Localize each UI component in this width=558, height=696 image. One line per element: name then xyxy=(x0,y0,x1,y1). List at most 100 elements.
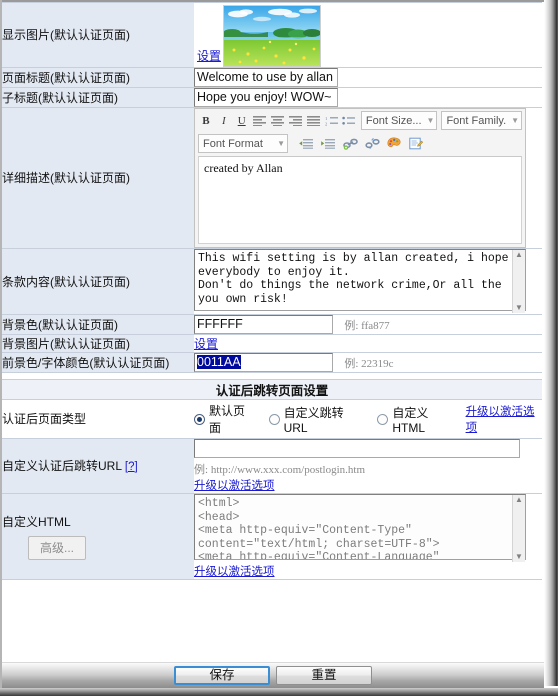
scroll-down-arrow-icon[interactable]: ▼ xyxy=(515,553,523,561)
custom-html-upgrade-link[interactable]: 升级以激活选项 xyxy=(194,566,275,578)
rich-text-editor: B I U 1 2 Font Size... ▼ Font Family. ▼ … xyxy=(194,108,526,248)
cell-foreground-color: 0011AA 例: 22319c xyxy=(194,352,542,373)
row-sub-title: 子标题(默认认证页面) xyxy=(2,87,542,108)
outdent-icon[interactable] xyxy=(296,134,316,153)
terms-content-textarea[interactable] xyxy=(194,249,526,311)
radio-label-custom-url[interactable]: 自定义跳转URL xyxy=(284,404,364,435)
advanced-button[interactable]: 高级... xyxy=(28,535,87,560)
radio-custom-html[interactable] xyxy=(377,413,389,425)
custom-html-textarea-scrollbar[interactable]: ▲ ▼ xyxy=(512,495,525,562)
page-type-upgrade-link[interactable]: 升级以激活选项 xyxy=(466,403,542,435)
radio-label-default-page[interactable]: 默认页面 xyxy=(209,402,255,436)
row-background-image: 背景图片(默认认证页面) 设置 xyxy=(2,334,542,353)
custom-url-upgrade-link[interactable]: 升级以激活选项 xyxy=(194,480,275,492)
align-justify-icon[interactable] xyxy=(305,111,321,130)
label-detail-description: 详细描述(默认认证页面) xyxy=(2,107,194,249)
font-size-dropdown[interactable]: Font Size... ▼ xyxy=(360,111,438,130)
cell-background-color: 例: ffa877 xyxy=(194,314,542,335)
scroll-up-arrow-icon[interactable]: ▲ xyxy=(515,496,523,504)
background-color-hint: 例: ffa877 xyxy=(344,320,389,332)
row-section-header: 认证后跳转页面设置 xyxy=(2,379,542,400)
unlink-icon[interactable] xyxy=(362,134,382,153)
radio-default-page[interactable] xyxy=(194,413,205,425)
edit-source-icon[interactable] xyxy=(406,134,426,153)
window-frame: 显示图片(默认认证页面) 设置 页面标题(默认认证页面) Welcome to … xyxy=(0,0,558,696)
cell-sub-title xyxy=(194,87,542,108)
row-custom-redirect-url: 自定义认证后跳转URL [?] 例: http://www.xxx.com/po… xyxy=(2,438,542,494)
custom-html-textarea-wrapper: ▲ ▼ xyxy=(194,494,526,563)
align-right-icon[interactable] xyxy=(287,111,303,130)
chevron-down-icon: ▼ xyxy=(511,116,520,125)
label-display-image: 显示图片(默认认证页面) xyxy=(2,2,194,68)
hint-prefix: 例: xyxy=(344,319,359,332)
page-type-radio-group: 默认页面 自定义跳转URL 自定义HTML 升级以激活选项 xyxy=(194,400,542,438)
label-background-image: 背景图片(默认认证页面) xyxy=(2,334,194,353)
text-color-icon[interactable] xyxy=(384,134,404,153)
cell-post-auth-page-type: 默认页面 自定义跳转URL 自定义HTML 升级以激活选项 xyxy=(194,399,542,439)
cell-detail-description: B I U 1 2 Font Size... ▼ Font Family. ▼ … xyxy=(194,107,542,249)
underline-icon[interactable]: U xyxy=(234,111,250,130)
cell-custom-html: ▲ ▼ 升级以激活选项 xyxy=(194,493,542,580)
row-terms-content: 条款内容(默认认证页面) ▲ ▼ xyxy=(2,248,542,315)
frame-bottom-edge xyxy=(0,688,558,696)
insert-link-icon[interactable] xyxy=(340,134,360,153)
foreground-color-input[interactable]: 0011AA xyxy=(194,353,333,372)
row-custom-html: 自定义HTML 高级... ▲ ▼ 升级以激活选项 xyxy=(2,493,542,580)
radio-custom-url[interactable] xyxy=(268,413,280,425)
svg-text:2: 2 xyxy=(325,122,327,127)
background-image-settings-link[interactable]: 设置 xyxy=(194,337,218,351)
custom-url-hint: 例: http://www.xxx.com/postlogin.htm xyxy=(194,461,542,477)
hint-value: http://www.xxx.com/postlogin.htm xyxy=(210,464,366,476)
font-format-dropdown[interactable]: Font Format ▼ xyxy=(198,134,288,153)
label-background-color: 背景色(默认认证页面) xyxy=(2,314,194,335)
hint-value: 22319c xyxy=(361,357,394,370)
page-title-input[interactable] xyxy=(194,68,338,87)
settings-form-table: 显示图片(默认认证页面) 设置 页面标题(默认认证页面) Welcome to … xyxy=(2,2,542,580)
ordered-list-icon[interactable]: 12 xyxy=(323,111,339,130)
align-left-icon[interactable] xyxy=(252,111,268,130)
reset-button[interactable]: 重置 xyxy=(276,666,372,685)
section-spacer xyxy=(2,372,542,380)
font-family-label: Font Family. xyxy=(446,114,507,127)
scroll-up-arrow-icon[interactable]: ▲ xyxy=(515,251,523,259)
background-color-input[interactable] xyxy=(194,315,333,334)
frame-right-edge xyxy=(544,0,558,686)
terms-textarea-scrollbar[interactable]: ▲ ▼ xyxy=(512,250,525,313)
label-terms-content: 条款内容(默认认证页面) xyxy=(2,248,194,315)
label-sub-title: 子标题(默认认证页面) xyxy=(2,87,194,108)
svg-text:1: 1 xyxy=(325,116,327,121)
settings-page: 显示图片(默认认证页面) 设置 页面标题(默认认证页面) Welcome to … xyxy=(2,2,544,686)
foreground-color-hint: 例: 22319c xyxy=(344,358,393,370)
editor-content-area[interactable]: created by Allan xyxy=(198,156,522,244)
font-size-label: Font Size... xyxy=(365,114,422,127)
save-button[interactable]: 保存 xyxy=(174,666,270,685)
cell-page-title xyxy=(194,67,542,88)
cell-background-image: 设置 xyxy=(194,334,542,353)
row-post-auth-page-type: 认证后页面类型 默认页面 自定义跳转URL 自定义HTML 升级以激活选项 xyxy=(2,399,542,439)
custom-url-help-link[interactable]: [?] xyxy=(125,461,138,473)
bold-icon[interactable]: B xyxy=(198,111,214,130)
cell-custom-redirect-url: 例: http://www.xxx.com/postlogin.htm 升级以激… xyxy=(194,438,542,494)
sub-title-input[interactable] xyxy=(194,88,338,107)
indent-icon[interactable] xyxy=(318,134,338,153)
label-page-title: 页面标题(默认认证页面) xyxy=(2,67,194,88)
unordered-list-icon[interactable] xyxy=(341,111,357,130)
display-image-settings-link[interactable]: 设置 xyxy=(197,47,221,64)
label-custom-html: 自定义HTML 高级... xyxy=(2,493,194,580)
hint-value: ffa877 xyxy=(361,319,390,332)
row-page-title: 页面标题(默认认证页面) xyxy=(2,67,542,88)
row-background-color: 背景色(默认认证页面) 例: ffa877 xyxy=(2,314,542,335)
align-center-icon[interactable] xyxy=(270,111,286,130)
scroll-down-arrow-icon[interactable]: ▼ xyxy=(515,304,523,312)
italic-icon[interactable]: I xyxy=(216,111,232,130)
custom-html-textarea[interactable] xyxy=(194,494,526,560)
custom-redirect-url-input[interactable] xyxy=(194,439,520,458)
editor-toolbar-row-2: Font Format ▼ xyxy=(195,132,525,155)
terms-textarea-wrapper: ▲ ▼ xyxy=(194,249,526,314)
hint-prefix: 例: xyxy=(344,357,359,370)
radio-label-custom-html[interactable]: 自定义HTML xyxy=(392,404,457,435)
cell-display-image: 设置 xyxy=(194,2,542,68)
foreground-color-selected-text: 0011AA xyxy=(197,355,241,369)
label-foreground-color: 前景色/字体颜色(默认认证页面) xyxy=(2,352,194,373)
font-family-dropdown[interactable]: Font Family. ▼ xyxy=(441,111,523,130)
